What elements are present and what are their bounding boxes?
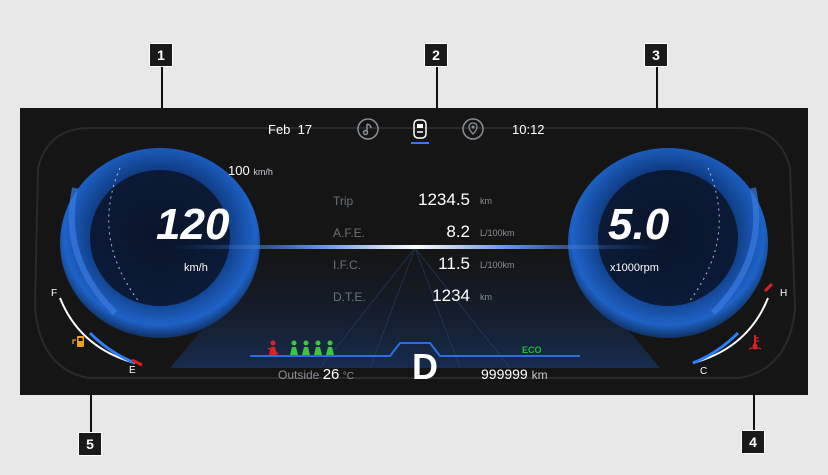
temp-hot-label: H [780, 288, 788, 299]
odometer-value: 999999 [481, 366, 528, 382]
callout-4: 4 [741, 430, 765, 454]
seatbelt-warning-icon [266, 340, 280, 356]
temp-cold-label: C [700, 366, 708, 377]
coolant-temperature-icon [748, 334, 762, 350]
trip-unit: km [480, 196, 492, 206]
fuel-pump-icon [71, 333, 87, 349]
fuel-full-label: F [51, 288, 58, 299]
speed-limit-unit: km/h [253, 167, 273, 177]
date-display: Feb 17 [268, 122, 313, 137]
odometer: 999999 km [481, 366, 548, 382]
car-icon[interactable] [409, 118, 431, 144]
rpm-unit: x1000rpm [610, 262, 659, 274]
callout-1: 1 [149, 43, 173, 67]
speed-limit: 100 km/h [228, 163, 273, 178]
callout-3: 3 [644, 43, 668, 67]
speed-limit-value: 100 [228, 163, 250, 178]
dte-label: D.T.E. [333, 290, 366, 304]
trip-label: Trip [333, 194, 354, 208]
fuel-empty-label: E [129, 365, 136, 376]
seatbelt-status-icon [288, 340, 336, 356]
afe-label: A.F.E. [333, 226, 366, 240]
instrument-cluster: Feb 17 10:12 100 km/h 120 km/h 5.0 x1000… [20, 108, 808, 395]
gear-indicator: D [412, 346, 438, 387]
outside-label: Outside [278, 368, 320, 382]
speed-unit: km/h [184, 262, 208, 274]
ifc-value: 11.5 [438, 254, 470, 273]
location-icon[interactable] [462, 118, 484, 140]
music-icon[interactable] [357, 118, 379, 140]
ifc-label: I.F.C. [333, 258, 362, 272]
odometer-unit: km [531, 368, 548, 382]
dte-unit: km [480, 292, 492, 302]
afe-unit: L/100km [480, 228, 515, 238]
callout-5: 5 [78, 432, 102, 456]
eco-indicator: ECO [522, 345, 542, 355]
outside-temperature: Outside 26 °C [278, 366, 354, 383]
trip-value: 1234.5 [418, 190, 470, 209]
outside-unit: °C [342, 371, 354, 382]
outside-value: 26 [322, 366, 340, 383]
rpm-value: 5.0 [608, 200, 670, 249]
callout-2: 2 [424, 43, 448, 67]
afe-value: 8.2 [446, 222, 470, 241]
dte-value: 1234 [432, 286, 470, 305]
ifc-unit: L/100km [480, 260, 515, 270]
speed-value: 120 [156, 200, 230, 249]
clock-display: 10:12 [512, 122, 545, 137]
